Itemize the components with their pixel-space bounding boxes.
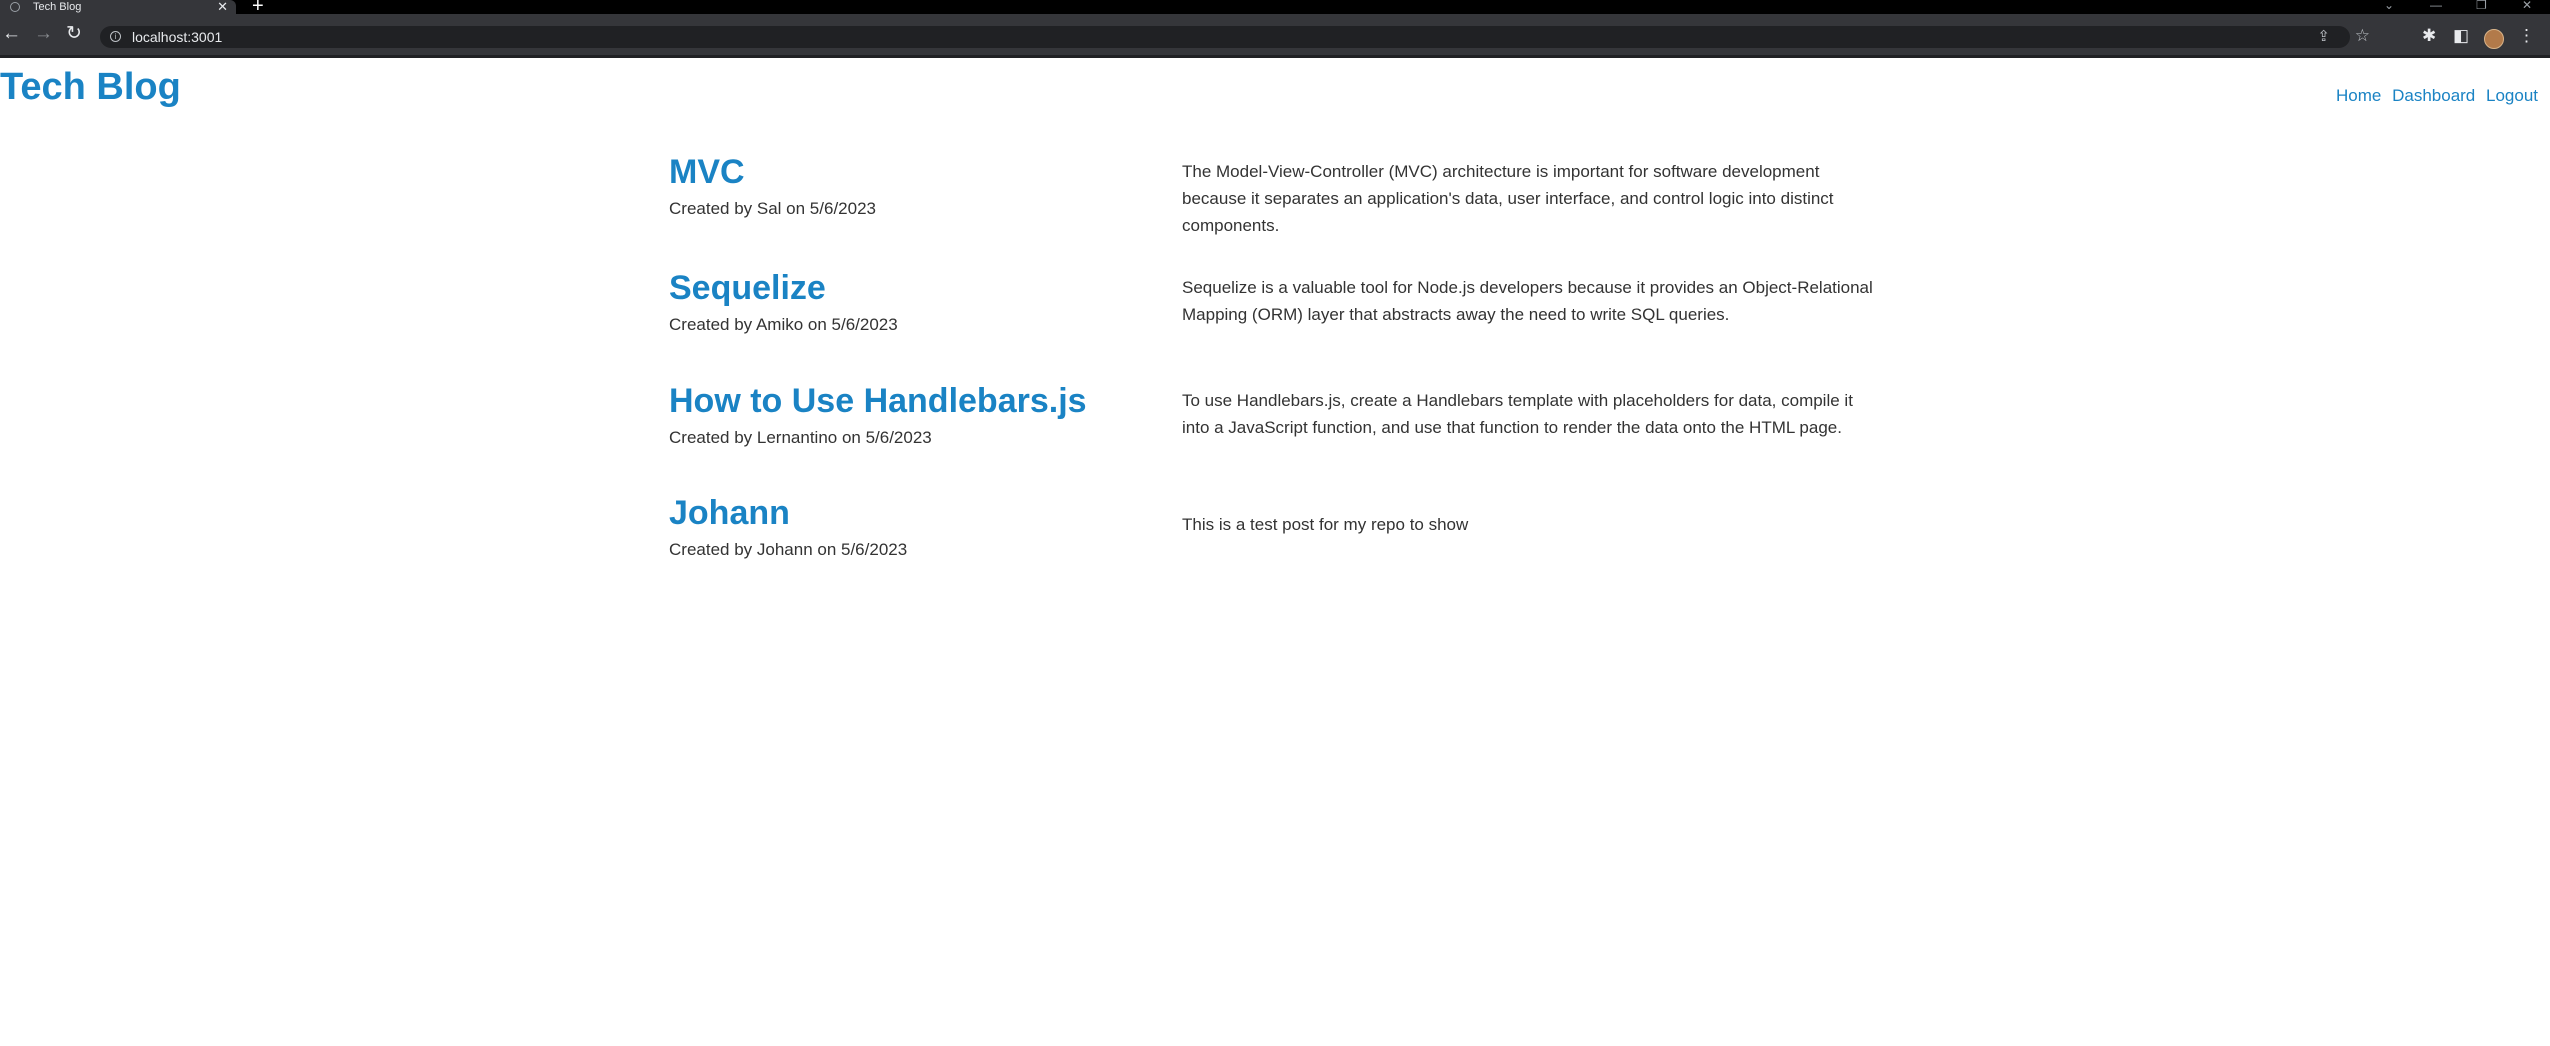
menu-icon[interactable]: ⋮ xyxy=(2518,26,2535,46)
minimize-icon[interactable]: — xyxy=(2430,0,2442,12)
site-nav: Home Dashboard Logout xyxy=(2330,86,2538,106)
post-list: MVC Created by Sal on 5/6/2023 The Model… xyxy=(669,150,1880,563)
post-title[interactable]: MVC xyxy=(669,150,1182,194)
address-bar[interactable]: i localhost:3001 ⇪ ☆ xyxy=(100,26,2370,48)
tab-title: Tech Blog xyxy=(33,1,82,13)
reload-icon[interactable]: ↻ xyxy=(66,24,82,44)
post-byline: Created by Amiko on 5/6/2023 xyxy=(669,315,898,334)
tab-strip: Tech Blog ✕ + ⌄ — ❐ ✕ xyxy=(0,0,2550,16)
post-meta: Sequelize Created by Amiko on 5/6/2023 xyxy=(669,266,1182,379)
info-icon[interactable]: i xyxy=(110,31,121,42)
nav-logout-link[interactable]: Logout xyxy=(2486,86,2538,105)
post-content: Sequelize is a valuable tool for Node.js… xyxy=(1182,278,1873,324)
url-text[interactable]: localhost:3001 xyxy=(132,29,222,45)
browser-toolbar: ← → ↻ i localhost:3001 ⇪ ☆ ✱ ◧ ⋮ xyxy=(0,14,2550,58)
tab-search-icon[interactable]: ⌄ xyxy=(2384,0,2394,12)
window-close-icon[interactable]: ✕ xyxy=(2522,0,2532,12)
post-meta: How to Use Handlebars.js Created by Lern… xyxy=(669,379,1182,491)
post-byline: Created by Lernantino on 5/6/2023 xyxy=(669,428,932,447)
nav-dashboard-link[interactable]: Dashboard xyxy=(2392,86,2475,105)
extensions-icon[interactable]: ✱ xyxy=(2422,26,2436,46)
post-meta: MVC Created by Sal on 5/6/2023 xyxy=(669,150,1182,266)
post-item: Sequelize Created by Amiko on 5/6/2023 S… xyxy=(669,266,1880,379)
post-item: MVC Created by Sal on 5/6/2023 The Model… xyxy=(669,150,1880,266)
share-icon[interactable]: ⇪ xyxy=(2317,27,2330,45)
globe-icon xyxy=(10,2,20,12)
new-tab-button[interactable]: + xyxy=(252,0,264,16)
forward-icon[interactable]: → xyxy=(34,24,53,44)
star-icon[interactable]: ☆ xyxy=(2355,26,2370,46)
post-content: This is a test post for my repo to show xyxy=(1182,515,1469,534)
post-byline: Created by Sal on 5/6/2023 xyxy=(669,199,876,218)
browser-tab[interactable]: Tech Blog ✕ xyxy=(0,0,236,14)
post-title[interactable]: Sequelize xyxy=(669,266,1182,310)
post-content: To use Handlebars.js, create a Handlebar… xyxy=(1182,391,1853,437)
site-title[interactable]: Tech Blog xyxy=(0,66,181,109)
back-icon[interactable]: ← xyxy=(2,24,21,44)
post-meta: Johann Created by Johann on 5/6/2023 xyxy=(669,491,1182,563)
sidepanel-icon[interactable]: ◧ xyxy=(2453,26,2469,46)
profile-avatar[interactable] xyxy=(2484,29,2504,49)
post-byline: Created by Johann on 5/6/2023 xyxy=(669,540,908,559)
restore-icon[interactable]: ❐ xyxy=(2476,0,2487,12)
post-item: How to Use Handlebars.js Created by Lern… xyxy=(669,379,1880,491)
post-content: The Model-View-Controller (MVC) architec… xyxy=(1182,162,1834,235)
post-title[interactable]: Johann xyxy=(669,491,1182,535)
close-tab-icon[interactable]: ✕ xyxy=(217,0,228,14)
post-item: Johann Created by Johann on 5/6/2023 Thi… xyxy=(669,491,1880,563)
post-title[interactable]: How to Use Handlebars.js xyxy=(669,379,1182,423)
nav-home-link[interactable]: Home xyxy=(2336,86,2381,105)
